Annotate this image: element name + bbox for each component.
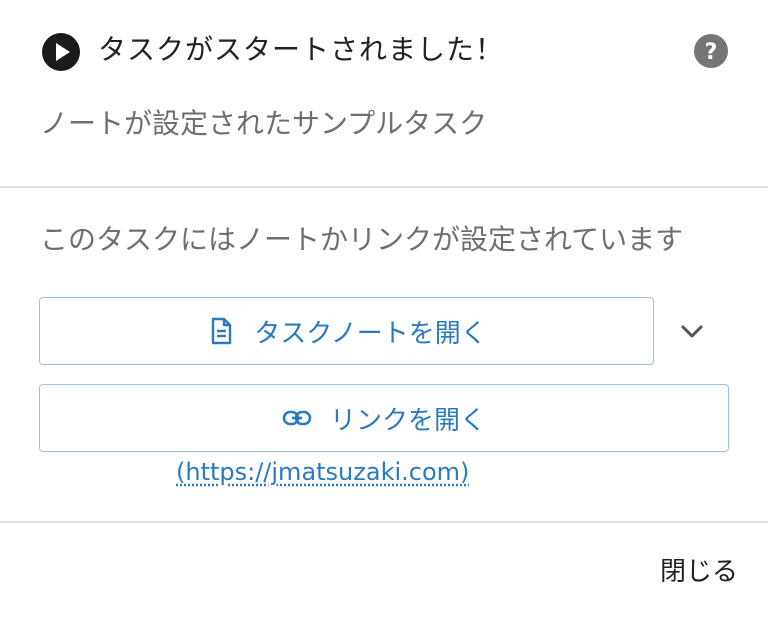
help-circle-icon[interactable]: ? — [694, 34, 728, 68]
link-url[interactable]: (https://jmatsuzaki.com) — [176, 455, 469, 489]
task-started-dialog: タスクがスタートされました！ ? ノートが設定されたサンプルタスク このタスクに… — [0, 0, 768, 619]
document-icon — [212, 317, 232, 345]
play-circle-icon — [42, 33, 80, 71]
task-name: ノートが設定されたサンプルタスク — [40, 107, 488, 140]
note-link-message: このタスクにはノートかリンクが設定されています — [40, 223, 684, 256]
link-icon — [282, 410, 312, 426]
open-link-button[interactable]: リンクを開く — [39, 384, 729, 452]
chevron-down-icon[interactable] — [676, 316, 708, 348]
open-task-note-button[interactable]: タスクノートを開く — [39, 297, 654, 365]
svg-text:?: ? — [705, 40, 718, 65]
divider-top — [0, 186, 768, 188]
divider-bottom — [0, 521, 768, 523]
dialog-header: タスクがスタートされました！ ? — [0, 0, 768, 100]
close-button[interactable]: 閉じる — [660, 552, 738, 592]
open-task-note-label: タスクノートを開く — [254, 318, 487, 349]
dialog-title: タスクがスタートされました！ — [98, 33, 505, 66]
open-link-label: リンクを開く — [329, 405, 486, 436]
